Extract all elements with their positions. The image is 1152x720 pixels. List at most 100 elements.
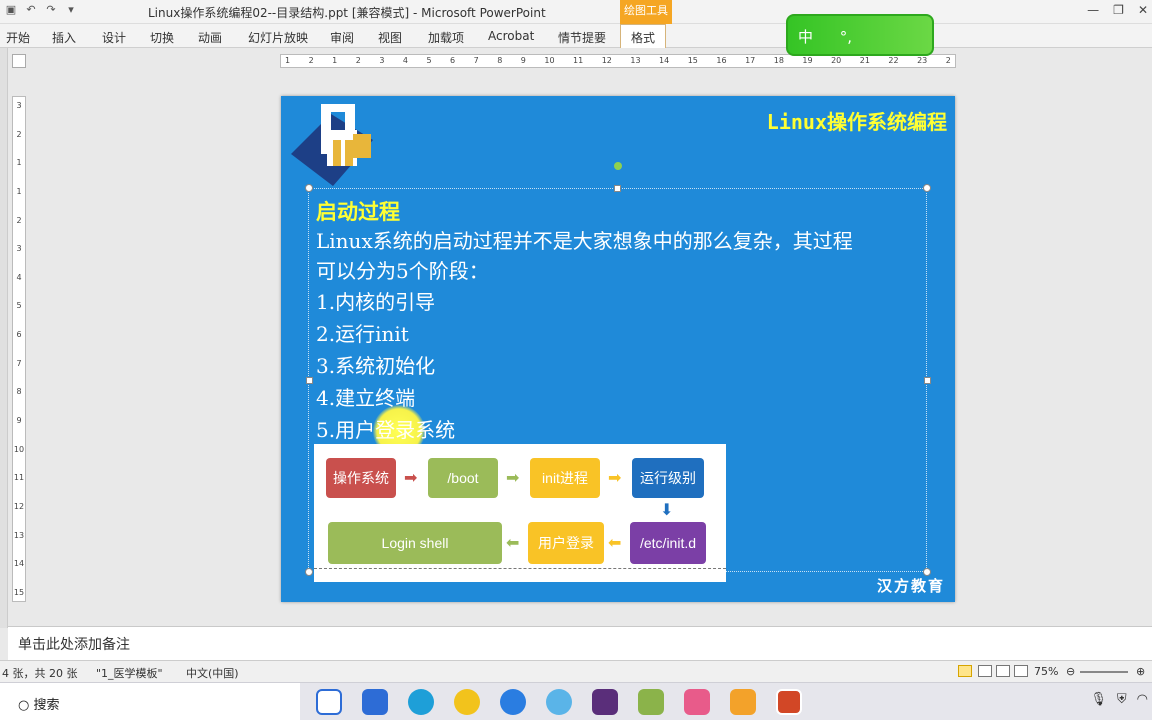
redo-icon[interactable]: ↷ [44,3,58,16]
ruler-tick: 18 [773,56,784,65]
stage-item: 4.建立终端 [316,386,416,410]
task-view-icon[interactable] [316,689,342,715]
flow-box-etc-init: /etc/init.d [630,522,706,564]
close-button[interactable]: ✕ [1138,3,1148,17]
notes-app-icon[interactable] [638,689,664,715]
tab-review[interactable]: 审阅 [330,29,354,46]
theme-name[interactable]: "1_医学模板" [96,665,163,681]
ruler-tick: 1 [16,158,22,168]
drawing-tools-context: 绘图工具 [620,0,672,24]
tab-design[interactable]: 设计 [102,29,126,46]
tab-transitions[interactable]: 切换 [150,29,174,46]
zoom-in-button[interactable]: ⊕ [1136,665,1145,678]
tab-animations[interactable]: 动画 [198,29,222,46]
ruler-tick: 4 [402,56,408,65]
tab-addins[interactable]: 加载项 [428,29,464,46]
vertical-ruler[interactable]: 3 2 1 1 2 3 4 5 6 7 8 9 10 11 12 13 14 1… [12,96,26,602]
zoom-slider[interactable] [1080,671,1128,673]
dev-tool-icon[interactable] [592,689,618,715]
ruler-tick: 5 [426,56,432,65]
restore-button[interactable]: ❐ [1113,3,1124,17]
resize-handle-bl[interactable] [305,568,313,576]
stage-item: 2.运行init [316,322,409,346]
flow-box-os: 操作系统 [326,458,396,498]
tab-home[interactable]: 开始 [6,29,30,46]
tencent-app-icon[interactable] [454,689,480,715]
ruler-tick: 23 [917,56,928,65]
ruler-tick: 2 [308,56,314,65]
intro-line: Linux系统的启动过程并不是大家想象中的那么复杂，其过程 [316,229,853,253]
flow-frame-border [314,568,726,569]
powerpoint-window: ▣ ↶ ↷ ▾ Linux操作系统编程02--目录结构.ppt [兼容模式] -… [0,0,1152,720]
tab-view[interactable]: 视图 [378,29,402,46]
flow-box-init: init进程 [530,458,600,498]
boot-flow-diagram[interactable]: 操作系统 ➡ /boot ➡ init进程 ➡ 运行级别 ⬇ /etc/init… [314,444,726,582]
zoom-level[interactable]: 75% [1034,665,1058,678]
course-logo [291,104,373,186]
search-icon: ○ [18,698,34,713]
security-app-icon[interactable] [362,689,388,715]
ruler-tick: 15 [687,56,698,65]
ruler-tick: 1 [16,186,22,196]
taskbar-search[interactable]: ○ 搜索 [0,683,300,720]
powerpoint-taskbar-icon[interactable] [776,689,802,715]
file-manager-icon[interactable] [730,689,756,715]
reading-view-icon[interactable] [996,665,1010,677]
undo-icon[interactable]: ↶ [24,3,38,16]
ruler-tick: 10 [544,56,555,65]
resize-handle-t[interactable] [614,185,621,192]
tab-acrobat[interactable]: Acrobat [488,29,534,43]
resize-handle-tr[interactable] [923,184,931,192]
tab-format[interactable]: 格式 [620,24,667,48]
flow-box-user-login: 用户登录 [528,522,604,564]
title-bar: ▣ ↶ ↷ ▾ Linux操作系统编程02--目录结构.ppt [兼容模式] -… [0,0,1152,24]
bilibili-icon[interactable] [684,689,710,715]
tab-insert[interactable]: 插入 [52,29,76,46]
ruler-tick: 13 [13,530,25,540]
slide-sorter-icon[interactable] [978,665,992,677]
org-watermark: 汉方教育 [876,577,945,595]
rotation-handle[interactable] [614,162,622,170]
language-indicator[interactable]: 中文(中国) [186,665,239,681]
ruler-tick: 6 [16,330,22,340]
shield-icon[interactable]: ⛨ [1117,692,1127,707]
dropdown-icon[interactable]: ▾ [64,3,78,16]
ruler-tick: 19 [802,56,813,65]
minimize-button[interactable]: — [1087,3,1099,17]
ruler-tick: 22 [888,56,899,65]
slide-textbox[interactable]: 启动过程 Linux系统的启动过程并不是大家想象中的那么复杂，其过程 可以分为5… [316,196,926,446]
ruler-tick: 9 [16,416,22,426]
microphone-icon[interactable]: 🎙 [1090,692,1107,707]
tab-storyboard[interactable]: 情节提要 [558,29,606,46]
ruler-tab-selector[interactable] [12,54,26,68]
ruler-tick: 12 [13,501,25,511]
resize-handle-tl[interactable] [305,184,313,192]
tab-slideshow[interactable]: 幻灯片放映 [248,29,308,46]
wifi-icon[interactable]: ◠ [1137,692,1148,707]
edge-browser-icon[interactable] [408,689,434,715]
slide-canvas[interactable]: Linux操作系统编程 启动过程 Linux系统的启动过程并不是大家想象中的那么… [281,96,955,602]
zoom-out-button[interactable]: ⊖ [1066,665,1075,678]
slideshow-view-icon[interactable] [1014,665,1028,677]
ruler-tick: 2 [16,215,22,225]
ime-indicator[interactable]: 中 °, [786,14,934,56]
arrow-right-icon: ➡ [506,468,520,487]
ruler-tick: 1 [332,56,338,65]
qq-icon[interactable] [546,689,572,715]
save-icon[interactable]: ▣ [4,3,18,16]
resize-handle-l[interactable] [306,377,313,384]
ruler-tick: 11 [13,473,25,483]
notes-pane[interactable]: 单击此处添加备注 [8,626,1152,660]
normal-view-icon[interactable] [958,665,972,677]
ruler-tick: 15 [13,587,25,597]
arrow-down-icon: ⬇ [660,500,674,519]
flow-box-login-shell: Login shell [328,522,502,564]
flow-box-runlevel: 运行级别 [632,458,704,498]
slide-counter: 4 张，共 20 张 [2,667,78,680]
arrow-left-icon: ⬅ [608,533,622,552]
feishu-icon[interactable] [500,689,526,715]
windows-taskbar: ○ 搜索 🎙 ⛨ ◠ [0,682,1152,720]
slide-pane-edge[interactable] [0,48,8,628]
intro-line: 可以分为5个阶段： [316,259,489,283]
horizontal-ruler[interactable]: 1 2 1 2 3 4 5 6 7 8 9 10 11 12 13 14 15 … [280,54,956,68]
